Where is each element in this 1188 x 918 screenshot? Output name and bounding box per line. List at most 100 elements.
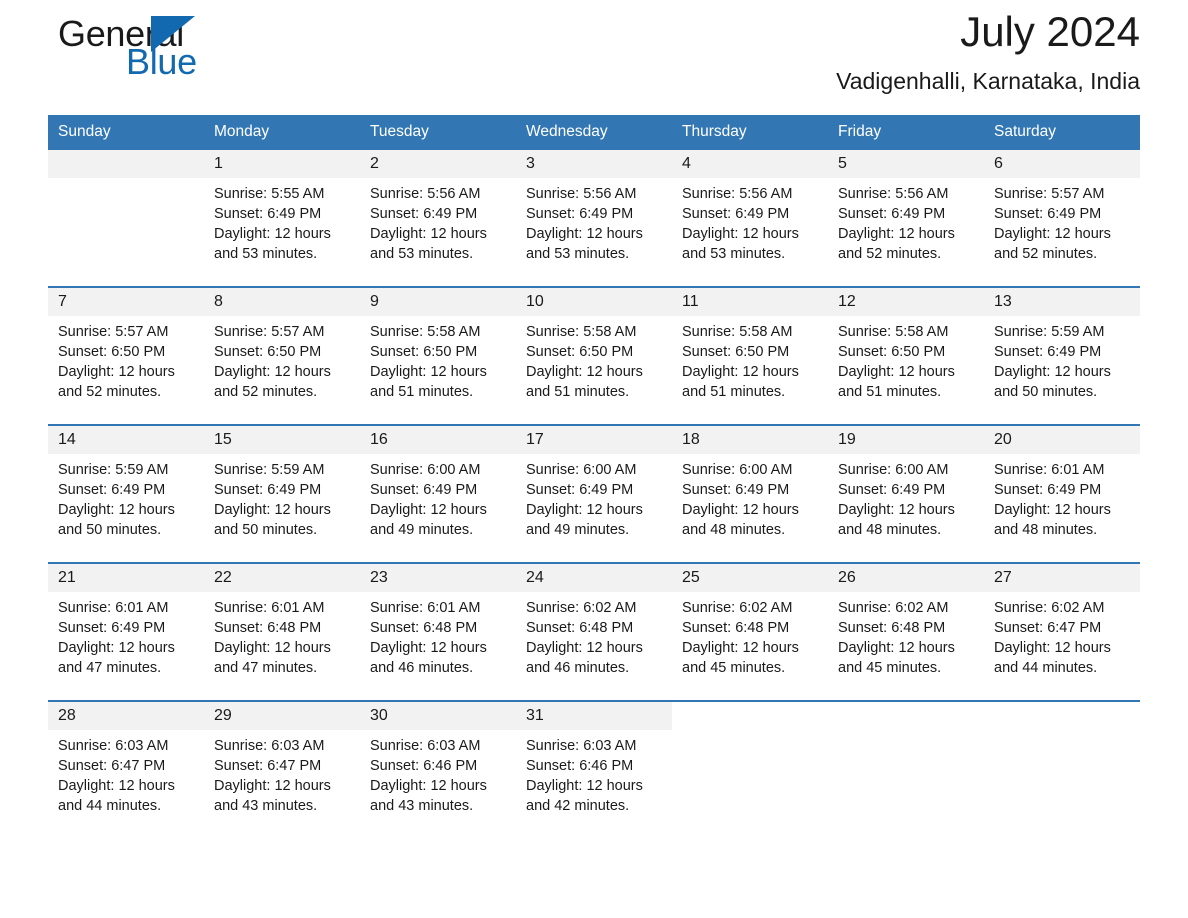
day-detail-line: Daylight: 12 hours (58, 502, 175, 518)
day-detail-line: Sunrise: 5:56 AM (370, 186, 481, 202)
calendar-day-cell[interactable]: 23 Sunrise: 6:01 AM Sunset: 6:48 PM Dayligh… (360, 562, 516, 684)
day-details: Sunrise: 6:03 AM Sunset: 6:46 PM Daylight:… (516, 730, 672, 816)
calendar-day-cell[interactable]: 18 Sunrise: 6:00 AM Sunset: 6:49 PM Dayligh… (672, 424, 828, 546)
calendar-page: General Blue July 2024 Vadigenhalli, Kar… (0, 0, 1188, 918)
day-number (48, 150, 204, 178)
day-number: 13 (984, 288, 1140, 316)
calendar-day-cell[interactable]: 19 Sunrise: 6:00 AM Sunset: 6:49 PM Dayligh… (828, 424, 984, 546)
day-detail-line: Sunrise: 5:56 AM (526, 186, 637, 202)
calendar-day-cell[interactable]: 20 Sunrise: 6:01 AM Sunset: 6:49 PM Dayligh… (984, 424, 1140, 546)
day-cell-inner: 25 Sunrise: 6:02 AM Sunset: 6:48 PM Dayligh… (672, 564, 828, 684)
day-number: 1 (204, 150, 360, 178)
day-number: 4 (672, 150, 828, 178)
day-detail-line: Sunset: 6:50 PM (838, 344, 946, 360)
day-detail-line: Sunset: 6:48 PM (214, 620, 322, 636)
day-cell-inner: 19 Sunrise: 6:00 AM Sunset: 6:49 PM Dayligh… (828, 426, 984, 546)
calendar-day-cell[interactable]: 28 Sunrise: 6:03 AM Sunset: 6:47 PM Dayligh… (48, 700, 204, 822)
day-number: 16 (360, 426, 516, 454)
day-detail-line: Sunset: 6:50 PM (370, 344, 478, 360)
day-details: Sunrise: 6:00 AM Sunset: 6:49 PM Daylight:… (360, 454, 516, 540)
day-detail-line: and 51 minutes. (682, 384, 786, 400)
day-detail-line: Sunset: 6:48 PM (838, 620, 946, 636)
calendar-day-cell[interactable]: 26 Sunrise: 6:02 AM Sunset: 6:48 PM Dayligh… (828, 562, 984, 684)
day-detail-line: Sunset: 6:49 PM (214, 482, 322, 498)
day-detail-line: and 44 minutes. (994, 660, 1098, 676)
week-spacer-row (48, 270, 1140, 287)
calendar-day-cell[interactable]: 1 Sunrise: 5:55 AM Sunset: 6:49 PM Daylight… (204, 150, 360, 270)
weekday-header-monday: Monday (204, 115, 360, 150)
calendar-day-cell[interactable]: 24 Sunrise: 6:02 AM Sunset: 6:48 PM Dayligh… (516, 562, 672, 684)
calendar-day-cell[interactable]: 13 Sunrise: 5:59 AM Sunset: 6:49 PM Dayligh… (984, 286, 1140, 408)
day-detail-line: Sunset: 6:49 PM (838, 482, 946, 498)
day-detail-line: and 52 minutes. (58, 384, 162, 400)
calendar-day-cell[interactable]: 12 Sunrise: 5:58 AM Sunset: 6:50 PM Dayligh… (828, 286, 984, 408)
page-header: General Blue July 2024 Vadigenhalli, Kar… (48, 0, 1140, 115)
calendar-day-cell[interactable]: 5 Sunrise: 5:56 AM Sunset: 6:49 PM Daylight… (828, 150, 984, 270)
calendar-day-cell[interactable]: 6 Sunrise: 5:57 AM Sunset: 6:49 PM Daylight… (984, 150, 1140, 270)
day-cell-inner: 26 Sunrise: 6:02 AM Sunset: 6:48 PM Dayligh… (828, 564, 984, 684)
calendar-day-cell[interactable]: 25 Sunrise: 6:02 AM Sunset: 6:48 PM Dayligh… (672, 562, 828, 684)
calendar-day-cell[interactable]: 3 Sunrise: 5:56 AM Sunset: 6:49 PM Daylight… (516, 150, 672, 270)
day-number: 22 (204, 564, 360, 592)
day-detail-line: Daylight: 12 hours (214, 226, 331, 242)
day-cell-inner: 13 Sunrise: 5:59 AM Sunset: 6:49 PM Dayligh… (984, 288, 1140, 408)
day-cell-inner (828, 702, 984, 822)
calendar-day-cell[interactable]: 31 Sunrise: 6:03 AM Sunset: 6:46 PM Dayligh… (516, 700, 672, 822)
day-number (984, 702, 1140, 730)
week-spacer (48, 546, 1140, 563)
day-detail-line: Sunrise: 5:59 AM (58, 462, 169, 478)
day-detail-line: Sunset: 6:49 PM (994, 344, 1102, 360)
location-subtitle: Vadigenhalli, Karnataka, India (836, 68, 1140, 94)
calendar-day-cell[interactable]: 11 Sunrise: 5:58 AM Sunset: 6:50 PM Dayligh… (672, 286, 828, 408)
day-details: Sunrise: 6:00 AM Sunset: 6:49 PM Daylight:… (672, 454, 828, 540)
calendar-day-cell[interactable]: 4 Sunrise: 5:56 AM Sunset: 6:49 PM Daylight… (672, 150, 828, 270)
calendar-day-cell[interactable]: 30 Sunrise: 6:03 AM Sunset: 6:46 PM Dayligh… (360, 700, 516, 822)
calendar-day-cell[interactable]: 9 Sunrise: 5:58 AM Sunset: 6:50 PM Daylight… (360, 286, 516, 408)
day-details: Sunrise: 6:01 AM Sunset: 6:48 PM Daylight:… (204, 592, 360, 678)
day-cell-inner: 1 Sunrise: 5:55 AM Sunset: 6:49 PM Daylight… (204, 150, 360, 270)
day-cell-inner: 29 Sunrise: 6:03 AM Sunset: 6:47 PM Dayligh… (204, 702, 360, 822)
weekday-header-sunday: Sunday (48, 115, 204, 150)
day-detail-line: and 52 minutes. (994, 246, 1098, 262)
calendar-day-cell[interactable]: 7 Sunrise: 5:57 AM Sunset: 6:50 PM Daylight… (48, 286, 204, 408)
day-detail-line: Sunrise: 6:02 AM (838, 600, 949, 616)
day-number (828, 702, 984, 730)
day-cell-inner: 8 Sunrise: 5:57 AM Sunset: 6:50 PM Daylight… (204, 288, 360, 408)
day-detail-line: Daylight: 12 hours (994, 502, 1111, 518)
calendar-day-cell[interactable]: 17 Sunrise: 6:00 AM Sunset: 6:49 PM Dayligh… (516, 424, 672, 546)
day-detail-line: Daylight: 12 hours (370, 364, 487, 380)
day-detail-line: Daylight: 12 hours (526, 364, 643, 380)
calendar-day-cell[interactable]: 22 Sunrise: 6:01 AM Sunset: 6:48 PM Dayligh… (204, 562, 360, 684)
weekday-header-friday: Friday (828, 115, 984, 150)
day-number: 18 (672, 426, 828, 454)
weekday-header-tuesday: Tuesday (360, 115, 516, 150)
day-number: 11 (672, 288, 828, 316)
day-detail-line: Daylight: 12 hours (214, 640, 331, 656)
weekday-header-row: Sunday Monday Tuesday Wednesday Thursday… (48, 115, 1140, 150)
calendar-day-cell[interactable]: 16 Sunrise: 6:00 AM Sunset: 6:49 PM Dayligh… (360, 424, 516, 546)
calendar-body: 1 Sunrise: 5:55 AM Sunset: 6:49 PM Daylight… (48, 150, 1140, 822)
day-detail-line: Daylight: 12 hours (58, 364, 175, 380)
calendar-day-cell[interactable]: 27 Sunrise: 6:02 AM Sunset: 6:47 PM Dayligh… (984, 562, 1140, 684)
day-details: Sunrise: 5:58 AM Sunset: 6:50 PM Daylight:… (360, 316, 516, 402)
day-details: Sunrise: 5:57 AM Sunset: 6:50 PM Daylight:… (204, 316, 360, 402)
calendar-day-cell[interactable]: 14 Sunrise: 5:59 AM Sunset: 6:49 PM Dayligh… (48, 424, 204, 546)
calendar-day-cell[interactable]: 29 Sunrise: 6:03 AM Sunset: 6:47 PM Dayligh… (204, 700, 360, 822)
general-blue-logo[interactable]: General Blue (48, 12, 308, 92)
calendar-day-cell[interactable]: 8 Sunrise: 5:57 AM Sunset: 6:50 PM Daylight… (204, 286, 360, 408)
day-number: 2 (360, 150, 516, 178)
day-detail-line: and 47 minutes. (58, 660, 162, 676)
day-detail-line: Daylight: 12 hours (370, 502, 487, 518)
calendar-day-cell[interactable]: 21 Sunrise: 6:01 AM Sunset: 6:49 PM Dayligh… (48, 562, 204, 684)
day-detail-line: Daylight: 12 hours (214, 778, 331, 794)
day-number (672, 702, 828, 730)
calendar-day-cell[interactable]: 15 Sunrise: 5:59 AM Sunset: 6:49 PM Dayligh… (204, 424, 360, 546)
day-detail-line: Daylight: 12 hours (58, 778, 175, 794)
day-detail-line: Sunrise: 6:03 AM (58, 738, 169, 754)
week-spacer-row (48, 408, 1140, 425)
calendar-empty-cell (48, 150, 204, 270)
day-details: Sunrise: 5:57 AM Sunset: 6:49 PM Daylight:… (984, 178, 1140, 264)
calendar-day-cell[interactable]: 2 Sunrise: 5:56 AM Sunset: 6:49 PM Daylight… (360, 150, 516, 270)
calendar-day-cell[interactable]: 10 Sunrise: 5:58 AM Sunset: 6:50 PM Dayligh… (516, 286, 672, 408)
day-detail-line: Sunset: 6:49 PM (838, 206, 946, 222)
